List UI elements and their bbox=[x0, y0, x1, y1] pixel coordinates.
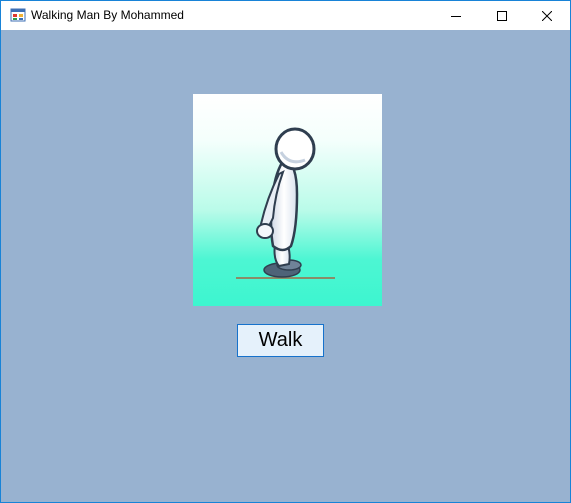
walk-button-label: Walk bbox=[258, 329, 303, 351]
window-title: Walking Man By Mohammed bbox=[31, 8, 184, 22]
maximize-icon bbox=[497, 10, 507, 21]
app-window: Walking Man By Mohammed Walk bbox=[0, 0, 571, 503]
close-button[interactable] bbox=[524, 1, 570, 30]
title-bar[interactable]: Walking Man By Mohammed bbox=[1, 1, 570, 30]
walking-man-picture bbox=[193, 94, 382, 306]
maximize-button[interactable] bbox=[479, 1, 525, 30]
close-icon bbox=[542, 10, 552, 21]
windows-form-icon[interactable] bbox=[10, 7, 26, 23]
minimize-button[interactable] bbox=[433, 1, 479, 30]
walk-button[interactable]: Walk bbox=[237, 324, 324, 357]
form-client-area: Walk bbox=[1, 30, 570, 502]
minimize-icon bbox=[451, 15, 461, 17]
